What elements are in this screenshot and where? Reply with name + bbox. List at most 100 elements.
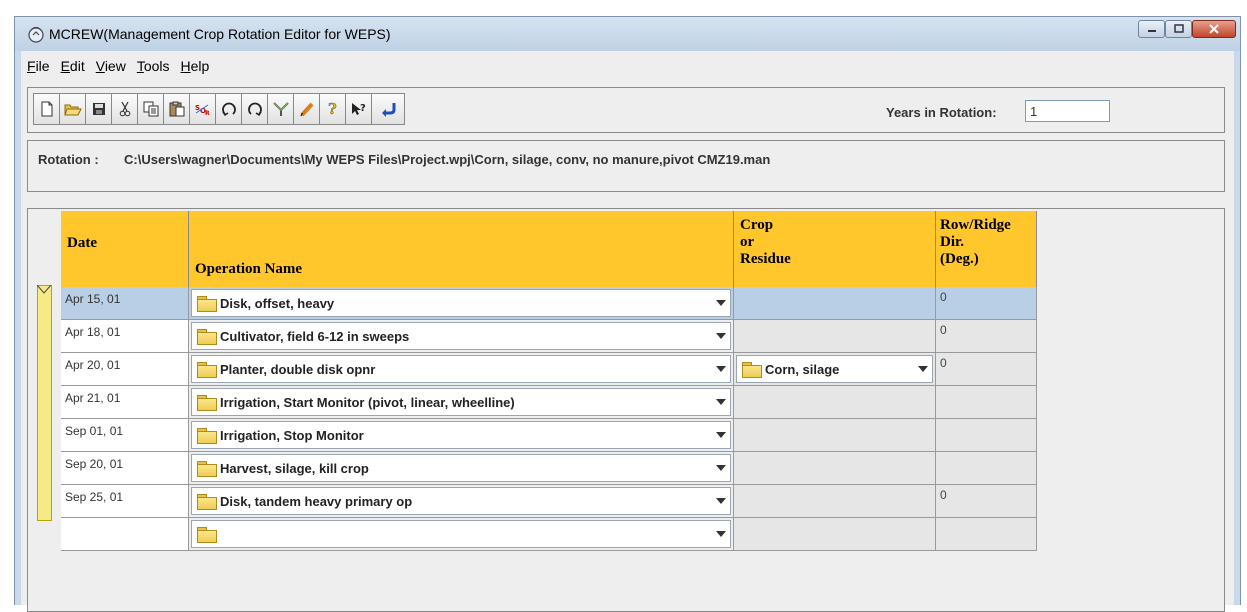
date-cell[interactable]: Sep 01, 01	[61, 419, 189, 452]
redo-button[interactable]	[242, 94, 268, 124]
crop-cell[interactable]	[734, 287, 936, 320]
operation-dropdown-button[interactable]	[712, 521, 730, 547]
open-button[interactable]	[60, 94, 86, 124]
operations-grid-panel: Date Operation Name Crop or Residue Row/…	[27, 208, 1225, 612]
date-cell[interactable]: Apr 15, 01	[61, 287, 189, 320]
operation-combo[interactable]: Irrigation, Stop Monitor	[191, 421, 731, 449]
folder-icon[interactable]	[197, 428, 217, 444]
folder-icon[interactable]	[197, 296, 217, 312]
folder-icon[interactable]	[197, 329, 217, 345]
undo-button[interactable]	[216, 94, 242, 124]
close-button[interactable]	[1192, 20, 1236, 38]
folder-icon[interactable]	[197, 395, 217, 411]
years-in-rotation-input[interactable]	[1025, 100, 1110, 122]
column-header-crop[interactable]: Crop or Residue	[734, 211, 936, 287]
return-button[interactable]	[372, 94, 404, 124]
menu-edit[interactable]: Edit	[61, 58, 85, 74]
menu-tools[interactable]: Tools	[137, 58, 170, 74]
crop-cell[interactable]: Corn, silage	[734, 353, 936, 386]
crop-cell[interactable]	[734, 419, 936, 452]
operation-cell[interactable]: Irrigation, Start Monitor (pivot, linear…	[189, 386, 734, 419]
operation-name: Disk, offset, heavy	[220, 295, 335, 311]
filter-button[interactable]	[268, 94, 294, 124]
row-ridge-dir-cell[interactable]	[936, 518, 1037, 551]
rotation-panel: Rotation : C:\Users\wagner\Documents\My …	[27, 140, 1225, 192]
chevron-down-icon	[716, 498, 726, 504]
row-ridge-dir-cell[interactable]: 0	[936, 287, 1037, 320]
operation-combo[interactable]	[191, 520, 731, 548]
help-icon: ?	[327, 101, 337, 117]
chevron-down-icon	[716, 465, 726, 471]
folder-icon[interactable]	[197, 494, 217, 510]
operation-header-label: Operation Name	[195, 261, 303, 277]
row-ridge-dir-cell[interactable]	[936, 452, 1037, 485]
operation-combo[interactable]: Cultivator, field 6-12 in sweeps	[191, 322, 731, 350]
operation-dropdown-button[interactable]	[712, 323, 730, 349]
filter-icon	[272, 102, 289, 116]
row-ridge-dir-cell[interactable]	[936, 386, 1037, 419]
folder-icon[interactable]	[197, 527, 217, 543]
crop-header-line2: or	[740, 234, 755, 250]
edit-button[interactable]	[294, 94, 320, 124]
operation-cell[interactable]: Disk, offset, heavy	[189, 287, 734, 320]
maximize-button[interactable]	[1165, 20, 1192, 38]
menu-help[interactable]: Help	[181, 58, 210, 74]
operation-combo[interactable]: Planter, double disk opnr	[191, 355, 731, 383]
operation-cell[interactable]: Harvest, silage, kill crop	[189, 452, 734, 485]
column-header-operation[interactable]: Operation Name	[189, 211, 734, 287]
operation-dropdown-button[interactable]	[712, 290, 730, 316]
minimize-button[interactable]	[1138, 20, 1165, 38]
folder-icon[interactable]	[197, 461, 217, 477]
operation-dropdown-button[interactable]	[712, 422, 730, 448]
operation-cell[interactable]: Planter, double disk opnr	[189, 353, 734, 386]
chevron-down-icon	[716, 432, 726, 438]
row-ridge-dir-cell[interactable]	[936, 419, 1037, 452]
date-cell[interactable]: Apr 21, 01	[61, 386, 189, 419]
context-help-button[interactable]: ?	[346, 94, 372, 124]
folder-icon[interactable]	[742, 362, 762, 378]
crop-cell[interactable]	[734, 518, 936, 551]
operation-cell[interactable]: Cultivator, field 6-12 in sweeps	[189, 320, 734, 353]
date-cell[interactable]	[61, 518, 189, 551]
crop-cell[interactable]	[734, 452, 936, 485]
paste-button[interactable]	[164, 94, 190, 124]
new-button[interactable]	[34, 94, 60, 124]
operation-combo[interactable]: Disk, tandem heavy primary op	[191, 487, 731, 515]
row-ridge-dir-cell[interactable]: 0	[936, 320, 1037, 353]
operation-cell[interactable]: Irrigation, Stop Monitor	[189, 419, 734, 452]
crop-dropdown-button[interactable]	[914, 356, 932, 382]
save-button[interactable]	[86, 94, 112, 124]
column-header-date[interactable]: Date	[61, 211, 189, 287]
rotation-label: Rotation :	[38, 152, 99, 167]
crop-cell[interactable]	[734, 386, 936, 419]
row-selection-indicator[interactable]	[37, 285, 52, 521]
help-button[interactable]: ?	[320, 94, 346, 124]
row-ridge-dir-cell[interactable]: 0	[936, 353, 1037, 386]
menu-view[interactable]: View	[96, 58, 126, 74]
column-header-row-ridge-dir[interactable]: Row/Ridge Dir. (Deg.)	[936, 211, 1037, 287]
operation-cell[interactable]	[189, 518, 734, 551]
title-bar[interactable]: MCREW(Management Crop Rotation Editor fo…	[15, 17, 1240, 51]
operation-dropdown-button[interactable]	[712, 455, 730, 481]
operation-combo[interactable]: Harvest, silage, kill crop	[191, 454, 731, 482]
row-ridge-dir-cell[interactable]: 0	[936, 485, 1037, 518]
cut-button[interactable]	[112, 94, 138, 124]
operation-dropdown-button[interactable]	[712, 356, 730, 382]
date-cell[interactable]: Apr 18, 01	[61, 320, 189, 353]
date-cell[interactable]: Apr 20, 01	[61, 353, 189, 386]
operation-combo[interactable]: Irrigation, Start Monitor (pivot, linear…	[191, 388, 731, 416]
copy-button[interactable]	[138, 94, 164, 124]
crop-cell[interactable]	[734, 320, 936, 353]
folder-icon[interactable]	[197, 362, 217, 378]
operation-combo[interactable]: Disk, offset, heavy	[191, 289, 731, 317]
sort-button[interactable]: SOR	[190, 94, 216, 124]
menu-file[interactable]: File	[27, 58, 50, 74]
crop-cell[interactable]	[734, 485, 936, 518]
crop-combo[interactable]: Corn, silage	[736, 355, 933, 383]
maximize-icon	[1173, 24, 1184, 33]
date-cell[interactable]: Sep 25, 01	[61, 485, 189, 518]
date-cell[interactable]: Sep 20, 01	[61, 452, 189, 485]
operation-cell[interactable]: Disk, tandem heavy primary op	[189, 485, 734, 518]
operation-dropdown-button[interactable]	[712, 389, 730, 415]
operation-dropdown-button[interactable]	[712, 488, 730, 514]
